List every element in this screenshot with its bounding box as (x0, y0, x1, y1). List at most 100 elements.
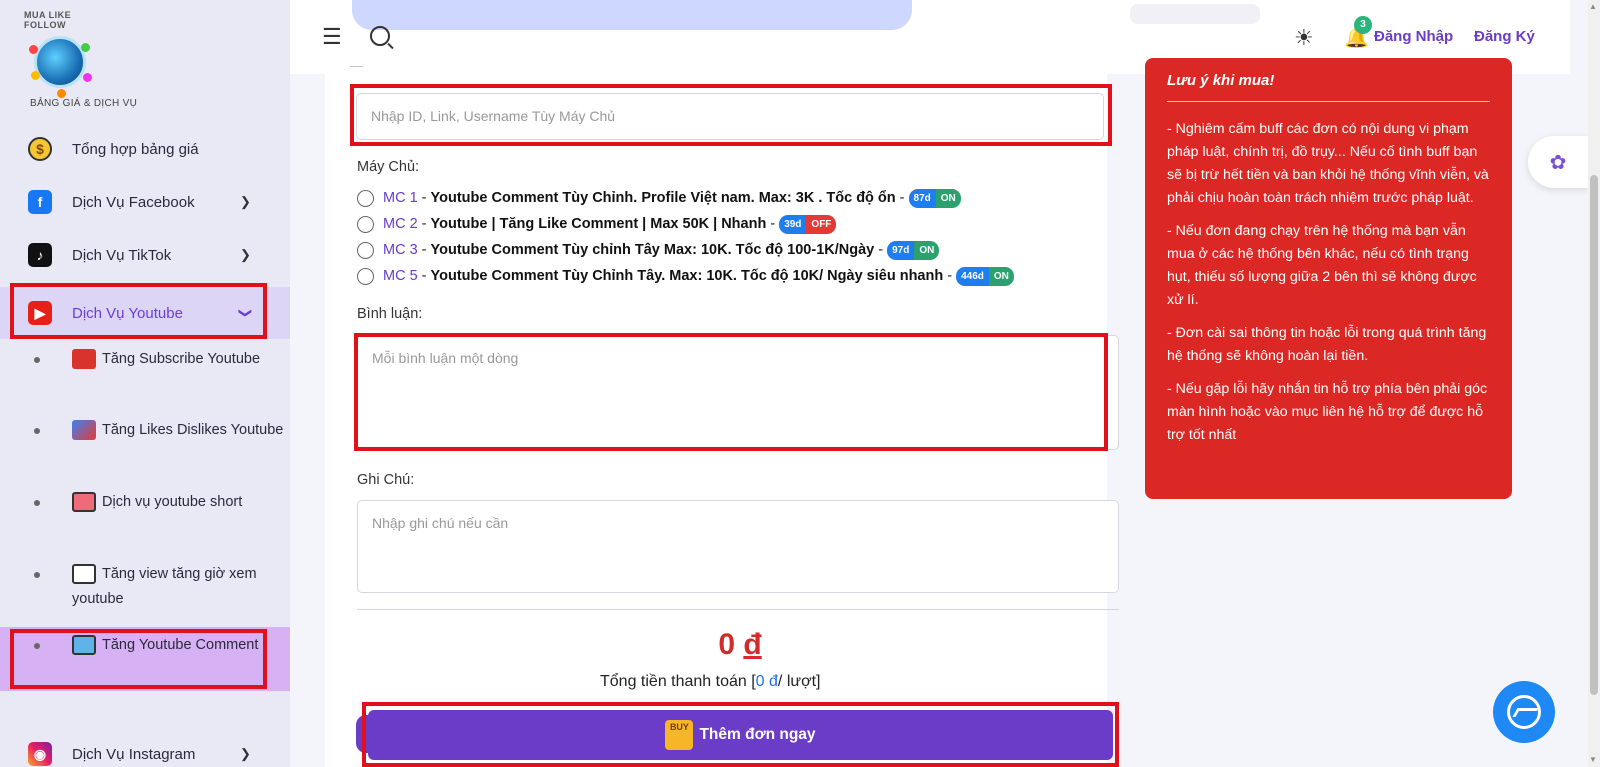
like-dislike-icon (72, 420, 96, 441)
chevron-right-icon: ❯ (240, 247, 251, 262)
server-description: Youtube Comment Tùy Chỉnh. Profile Việt … (430, 190, 896, 206)
monitor-icon (72, 564, 96, 585)
sidebar-subitem-subscribe[interactable]: Tăng Subscribe Youtube (0, 347, 290, 372)
menu-icon[interactable]: ☰ (322, 26, 342, 48)
server-option-mc1[interactable]: MC 1 - Youtube Comment Tùy Chỉnh. Profil… (357, 187, 961, 209)
server-days-badge: 446d (956, 266, 989, 286)
notification-badge: 3 (1354, 16, 1372, 34)
notice-divider (1167, 101, 1490, 102)
subscribe-icon (72, 349, 96, 370)
faded-element (1130, 4, 1260, 24)
server-days-badge: 97d (887, 240, 915, 260)
server-days-badge: 87d (908, 188, 936, 208)
search-icon[interactable] (370, 26, 390, 46)
purchase-notice-panel: Lưu ý khi mua! - Nghiêm cấm buff các đơn… (1145, 58, 1512, 499)
scroll-up-arrow-icon[interactable]: ▲ (1589, 2, 1597, 11)
note-textarea[interactable]: Nhập ghi chú nếu cần (357, 500, 1119, 593)
sidebar-section-title: BẢNG GIÁ & DỊCH VỤ (30, 98, 138, 109)
server-code: MC 2 (383, 216, 418, 232)
sidebar-subitem-views[interactable]: Tăng view tăng giờ xem youtube (0, 562, 290, 612)
server-label: Máy Chủ: (357, 159, 420, 175)
sidebar-subitem-label: Tăng view tăng giờ xem youtube (72, 566, 257, 607)
sidebar-item-label: Dịch Vụ TikTok (72, 246, 172, 264)
bullet (34, 357, 40, 363)
server-option-mc2[interactable]: MC 2 - Youtube | Tăng Like Comment | Max… (357, 213, 837, 235)
dollar-coin-icon: $ (28, 137, 52, 161)
server-status-badge: ON (988, 266, 1014, 286)
sidebar-item-facebook[interactable]: f Dịch Vụ Facebook ❯ (0, 178, 290, 226)
server-option-mc3[interactable]: MC 3 - Youtube Comment Tùy chỉnh Tây Max… (357, 239, 940, 261)
notice-title: Lưu ý khi mua! (1167, 72, 1275, 89)
messenger-chat-icon[interactable] (1493, 681, 1555, 743)
price-currency: đ (743, 628, 762, 661)
radio-button[interactable] (357, 241, 374, 259)
sidebar: MUA LIKE FOLLOW BẢNG GIÁ & DỊCH VỤ $ Tổn… (0, 0, 290, 767)
register-link[interactable]: Đăng Ký (1474, 28, 1535, 45)
sidebar-item-label: Dịch Vụ Instagram (72, 745, 196, 763)
settings-gear-icon[interactable]: ✿ (1528, 136, 1588, 188)
faded-banner (352, 0, 912, 30)
radio-button[interactable] (357, 267, 374, 285)
sidebar-item-tiktok[interactable]: ♪ Dịch Vụ TikTok ❯ (0, 231, 290, 279)
radio-button[interactable] (357, 189, 374, 207)
total-value: 0 đ (755, 673, 778, 690)
highlight-box (350, 84, 1112, 146)
highlight-box (10, 629, 267, 689)
sidebar-subitem-shorts[interactable]: Dịch vụ youtube short (0, 490, 290, 515)
divider (357, 609, 1119, 610)
faded-label: — (350, 58, 363, 73)
tiktok-icon: ♪ (28, 243, 52, 267)
sidebar-item-label: Dịch Vụ Facebook (72, 193, 195, 211)
highlight-box (362, 702, 1119, 767)
note-label: Ghi Chú: (357, 472, 415, 488)
price-amount: 0 (718, 628, 735, 661)
facebook-icon: f (28, 190, 52, 214)
server-status-badge: OFF (806, 214, 837, 234)
chevron-right-icon: ❯ (240, 194, 251, 209)
server-status-badge: ON (935, 188, 961, 208)
server-code: MC 5 (383, 268, 418, 284)
notice-paragraph: - Đơn cài sai thông tin hoặc lỗi trong q… (1167, 325, 1487, 364)
server-code: MC 1 (383, 190, 418, 206)
total-prefix: Tổng tiền thanh toán [ (600, 673, 756, 690)
highlight-box (354, 333, 1108, 451)
sidebar-subitem-likes[interactable]: Tăng Likes Dislikes Youtube (0, 418, 290, 443)
sidebar-item-instagram[interactable]: ◉ Dịch Vụ Instagram ❯ (0, 730, 290, 767)
server-option-mc5[interactable]: MC 5 - Youtube Comment Tùy Chỉnh Tây. Ma… (357, 265, 1014, 287)
shorts-icon (72, 492, 96, 513)
highlight-box (10, 283, 267, 339)
login-link[interactable]: Đăng Nhập (1374, 28, 1453, 45)
server-description: Youtube Comment Tùy chỉnh Tây Max: 10K. … (430, 242, 875, 258)
bullet (34, 428, 40, 434)
sidebar-subitem-label: Dịch vụ youtube short (102, 494, 243, 510)
server-status-pill: 446d ON (956, 266, 1014, 286)
sidebar-subitem-label: Tăng Subscribe Youtube (102, 351, 261, 367)
server-days-badge: 39d (779, 214, 807, 234)
server-status-badge: ON (914, 240, 940, 260)
instagram-icon: ◉ (28, 742, 52, 766)
scrollbar-thumb[interactable] (1590, 175, 1598, 695)
server-status-pill: 97d ON (887, 240, 940, 260)
notice-paragraph: - Nếu đơn đang chạy trên hệ thống mà bạn… (1167, 223, 1477, 308)
total-suffix: / lượt] (777, 673, 821, 690)
comment-label: Bình luận: (357, 306, 423, 322)
notice-paragraph: - Nghiêm cấm buff các đơn có nội dung vi… (1167, 121, 1489, 206)
globe-icon (29, 36, 92, 98)
site-logo[interactable]: MUA LIKE FOLLOW (24, 10, 104, 98)
total-payment-line: Tổng tiền thanh toán [0 đ/ lượt] (600, 673, 820, 691)
sidebar-item-price-list[interactable]: $ Tổng hợp bảng giá (0, 125, 290, 173)
total-price: 0 đ (700, 628, 780, 662)
bullet (34, 500, 40, 506)
server-code: MC 3 (383, 242, 418, 258)
scroll-down-arrow-icon[interactable]: ▼ (1589, 755, 1597, 764)
sidebar-item-label: Tổng hợp bảng giá (72, 140, 199, 158)
notice-paragraph: - Nếu gặp lỗi hãy nhắn tin hỗ trợ phía b… (1167, 381, 1488, 443)
server-status-pill: 87d ON (908, 188, 961, 208)
bullet (34, 572, 40, 578)
server-description: Youtube Comment Tùy Chỉnh Tây. Max: 10K.… (430, 268, 944, 284)
radio-button[interactable] (357, 215, 374, 233)
sidebar-subitem-label: Tăng Likes Dislikes Youtube (102, 422, 284, 438)
logo-text: MUA LIKE FOLLOW (24, 10, 72, 30)
server-description: Youtube | Tăng Like Comment | Max 50K | … (430, 216, 767, 232)
theme-toggle-icon[interactable]: ☀ (1294, 27, 1316, 49)
